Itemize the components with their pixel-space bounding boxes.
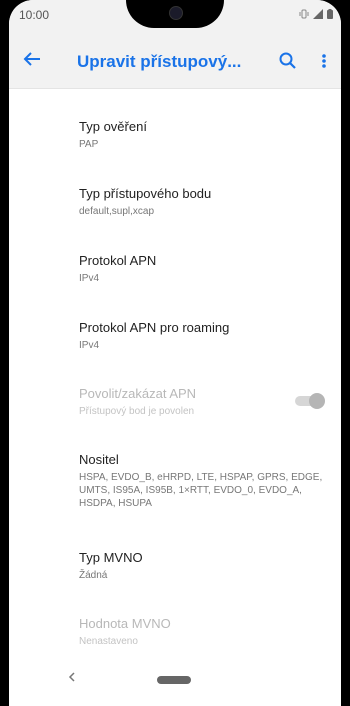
more-vert-icon <box>322 54 326 68</box>
setting-value: Žádná <box>79 570 108 581</box>
page-title: Upravit přístupový... <box>77 52 242 71</box>
setting-title: Nositel <box>79 452 119 467</box>
setting-value: IPv4 <box>79 340 100 351</box>
status-bar: 10:00 <box>9 0 341 34</box>
setting-value: PAP <box>79 139 99 150</box>
status-icons <box>299 9 333 19</box>
arrow-left-icon <box>23 52 40 66</box>
nav-home-pill[interactable] <box>157 676 191 684</box>
setting-auth-type[interactable]: Typ ověření PAP <box>79 119 334 151</box>
more-options-button[interactable] <box>317 50 331 72</box>
setting-bearer[interactable]: Nositel HSPA, EVDO_B, eHRPD, LTE, HSPAP,… <box>79 452 334 510</box>
setting-apn-protocol[interactable]: Protokol APN IPv4 <box>79 253 334 285</box>
setting-title: Typ MVNO <box>79 550 143 565</box>
toggle-knob <box>309 393 325 409</box>
back-button[interactable] <box>21 48 45 72</box>
setting-title: Hodnota MVNO <box>79 616 171 631</box>
setting-mvno-value: Hodnota MVNO Nenastaveno <box>79 616 334 648</box>
setting-apn-roaming-protocol[interactable]: Protokol APN pro roaming IPv4 <box>79 320 334 352</box>
setting-title: Typ ověření <box>79 119 147 134</box>
signal-icon <box>313 9 323 19</box>
chevron-left-icon <box>68 672 75 682</box>
setting-title: Protokol APN pro roaming <box>79 320 230 335</box>
setting-title: Protokol APN <box>79 253 157 268</box>
setting-value: Nenastaveno <box>79 636 138 647</box>
setting-value: IPv4 <box>79 273 100 284</box>
setting-value: HSPA, EVDO_B, eHRPD, LTE, HSPAP, GPRS, E… <box>79 472 323 509</box>
navigation-bar <box>9 655 341 706</box>
setting-title: Typ přístupového bodu <box>79 186 212 201</box>
status-time: 10:00 <box>19 8 50 22</box>
nav-back-button[interactable] <box>67 670 77 688</box>
setting-mvno-type[interactable]: Typ MVNO Žádná <box>79 550 334 582</box>
setting-apn-type[interactable]: Typ přístupového bodu default,supl,xcap <box>79 186 334 218</box>
vibrate-icon <box>299 9 309 19</box>
app-bar: Upravit přístupový... <box>9 34 341 89</box>
front-camera-icon <box>169 6 183 20</box>
battery-icon <box>327 9 333 19</box>
camera-notch <box>126 0 224 28</box>
apn-enable-toggle <box>293 393 325 409</box>
phone-frame: 10:00 Upravit přístupový... Typ ověření … <box>0 0 350 706</box>
search-icon <box>279 52 296 69</box>
setting-value: default,supl,xcap <box>79 206 155 217</box>
search-button[interactable] <box>277 50 299 72</box>
screen: 10:00 Upravit přístupový... Typ ověření … <box>9 0 341 706</box>
settings-list: Typ ověření PAP Typ přístupového bodu de… <box>9 89 341 647</box>
